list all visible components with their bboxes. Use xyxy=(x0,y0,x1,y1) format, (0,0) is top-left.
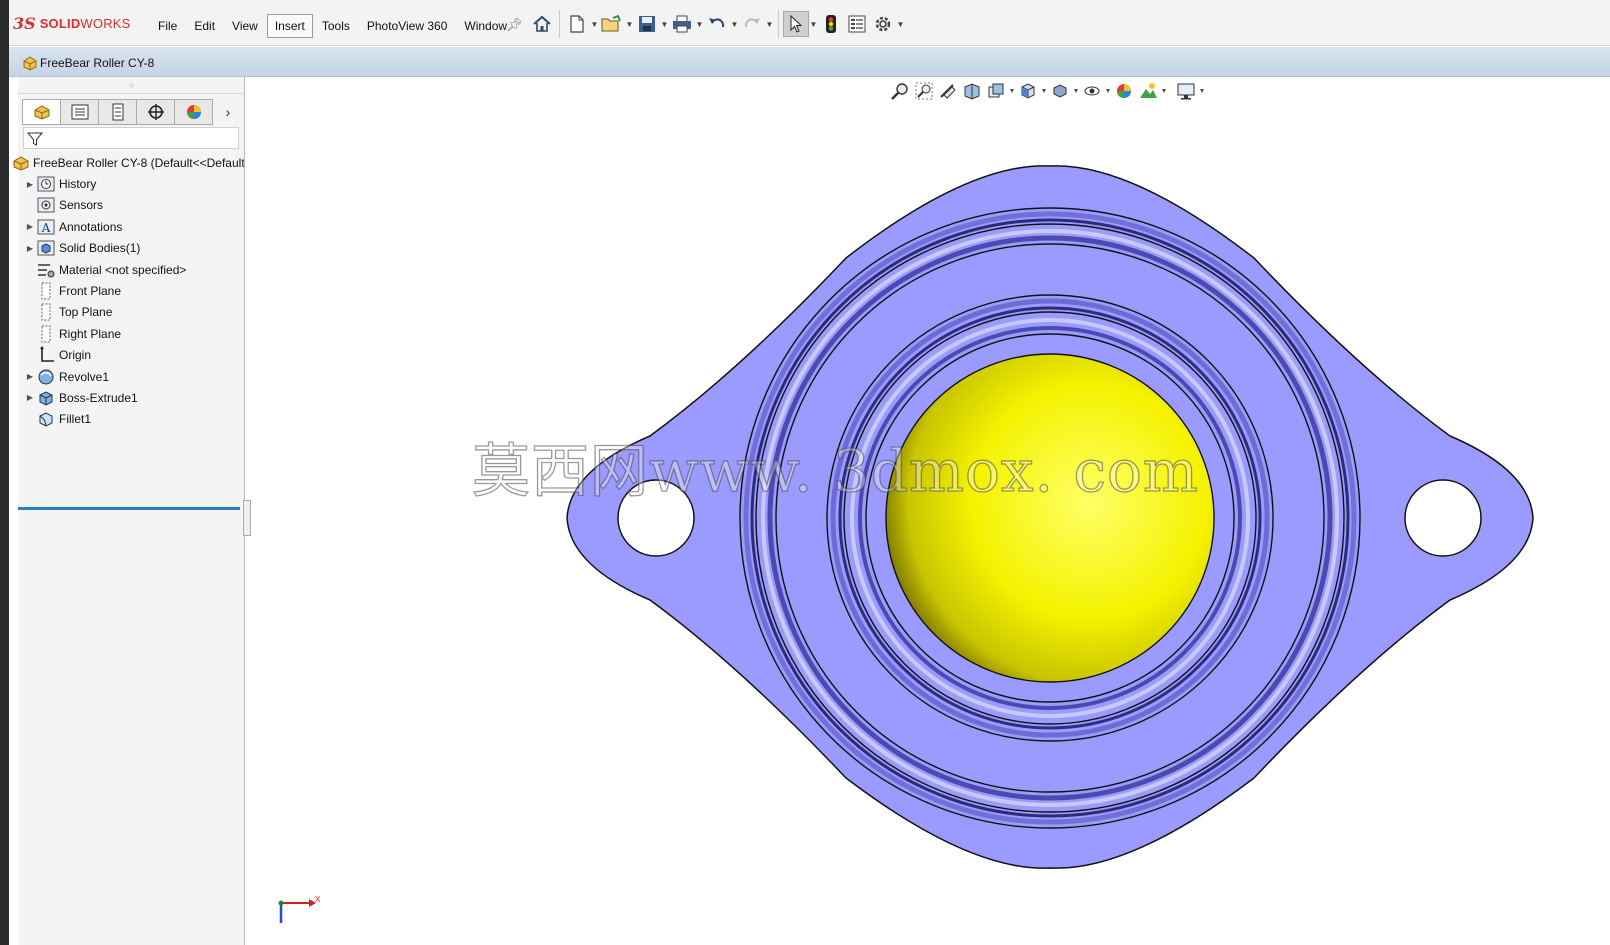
menu-file[interactable]: File xyxy=(150,14,185,38)
file-properties-icon[interactable] xyxy=(844,11,870,37)
history-icon xyxy=(36,175,56,193)
svg-text:A: A xyxy=(41,221,51,235)
revolve-icon xyxy=(36,368,56,386)
plane-icon xyxy=(36,282,56,300)
expand-arrow-icon[interactable]: ▶ xyxy=(24,222,36,231)
solid-bodies-icon xyxy=(36,239,56,257)
redo-dropdown-icon[interactable]: ▼ xyxy=(765,11,774,37)
tab-configuration-manager[interactable] xyxy=(98,99,137,125)
document-title-bar: FreeBear Roller CY-8 xyxy=(9,47,1610,77)
expand-arrow-icon[interactable]: ▶ xyxy=(24,244,36,253)
tab-feature-manager[interactable] xyxy=(22,99,61,125)
fillet-icon xyxy=(36,410,56,428)
tree-item-history[interactable]: ▶ History xyxy=(18,173,244,194)
watermark-text: 莫西网www. 3dmox. com xyxy=(471,436,1199,505)
new-document-icon[interactable] xyxy=(564,11,590,37)
menu-edit[interactable]: Edit xyxy=(186,14,223,38)
menu-tools[interactable]: Tools xyxy=(314,14,358,38)
plane-icon xyxy=(36,325,56,343)
expand-arrow-icon[interactable]: ▶ xyxy=(24,180,36,189)
extrude-icon xyxy=(36,389,56,407)
sensors-icon xyxy=(36,196,56,214)
window-edge-strip xyxy=(0,0,9,945)
toolbar-separator xyxy=(778,10,779,38)
tree-item-origin[interactable]: Origin xyxy=(18,345,244,366)
feature-tree: FreeBear Roller CY-8 (Default<<Default> … xyxy=(13,152,244,430)
part-icon xyxy=(22,55,38,74)
redo-icon[interactable] xyxy=(739,11,765,37)
feature-manager-panel: ○ › FreeBear Roller CY-8 (Default<<Defau… xyxy=(13,77,245,945)
solidworks-logo[interactable]: 3S SOLIDWORKS xyxy=(13,12,131,34)
home-icon[interactable] xyxy=(529,11,555,37)
expand-arrow-icon[interactable]: ▶ xyxy=(24,393,36,402)
tree-item-top-plane[interactable]: Top Plane xyxy=(18,302,244,323)
undo-icon[interactable] xyxy=(704,11,730,37)
open-icon[interactable] xyxy=(599,11,625,37)
new-dropdown-icon[interactable]: ▼ xyxy=(590,11,599,37)
panel-splitter-handle[interactable] xyxy=(243,500,251,536)
tree-item-revolve1[interactable]: ▶ Revolve1 xyxy=(18,366,244,387)
tabs-more-chevron-icon[interactable]: › xyxy=(218,99,238,125)
manager-tabs: › xyxy=(22,99,238,125)
pin-menu-icon[interactable]: 📌︎ xyxy=(506,17,523,33)
tree-item-front-plane[interactable]: Front Plane xyxy=(18,280,244,301)
graphics-viewport[interactable] xyxy=(252,78,1610,945)
save-icon[interactable] xyxy=(634,11,660,37)
menu-photoview-360[interactable]: PhotoView 360 xyxy=(359,14,456,38)
expand-arrow-icon[interactable]: ▶ xyxy=(24,372,36,381)
options-icon[interactable] xyxy=(870,11,896,37)
material-icon xyxy=(36,261,56,279)
save-dropdown-icon[interactable]: ▼ xyxy=(660,11,669,37)
print-dropdown-icon[interactable]: ▼ xyxy=(695,11,704,37)
toolbar-separator xyxy=(559,10,560,38)
select-icon[interactable] xyxy=(783,11,809,37)
roller-ball[interactable] xyxy=(885,353,1215,683)
tree-item-fillet1[interactable]: Fillet1 xyxy=(18,409,244,430)
ds-logo-mark: 3S xyxy=(13,13,36,33)
tab-property-manager[interactable] xyxy=(60,99,99,125)
triad-x-label: X xyxy=(315,895,321,904)
rebuild-icon[interactable] xyxy=(818,11,844,37)
tree-item-sensors[interactable]: Sensors xyxy=(18,195,244,216)
tree-root-label: FreeBear Roller CY-8 (Default<<Default> xyxy=(33,155,244,170)
tree-root-part[interactable]: FreeBear Roller CY-8 (Default<<Default> xyxy=(6,152,244,173)
menu-bar: 3S SOLIDWORKS File Edit View Insert Tool… xyxy=(9,0,1610,46)
rollback-bar[interactable] xyxy=(18,507,240,510)
tree-item-right-plane[interactable]: Right Plane xyxy=(18,323,244,344)
main-menu: File Edit View Insert Tools PhotoView 36… xyxy=(150,14,516,38)
tab-display-manager[interactable] xyxy=(174,99,213,125)
tree-filter-field[interactable] xyxy=(23,127,239,149)
print-icon[interactable] xyxy=(669,11,695,37)
open-dropdown-icon[interactable]: ▼ xyxy=(625,11,634,37)
part-icon xyxy=(12,154,30,172)
undo-dropdown-icon[interactable]: ▼ xyxy=(730,11,739,37)
select-dropdown-icon[interactable]: ▼ xyxy=(809,11,818,37)
menu-insert[interactable]: Insert xyxy=(266,14,313,38)
document-title: FreeBear Roller CY-8 xyxy=(40,56,155,70)
brand-name: SOLIDWORKS xyxy=(39,15,131,31)
annotations-icon: A xyxy=(36,218,56,236)
filter-icon xyxy=(26,131,44,150)
standard-toolbar: ▼ ▼ ▼ ▼ ▼ ▼ ▼ ▼ xyxy=(529,10,905,38)
tree-item-material[interactable]: Material <not specified> xyxy=(18,259,244,280)
mounting-hole-right[interactable] xyxy=(1404,479,1482,557)
reference-triad-icon: X xyxy=(278,895,321,923)
tree-item-boss-extrude1[interactable]: ▶ Boss-Extrude1 xyxy=(18,387,244,408)
tree-item-solid-bodies[interactable]: ▶ Solid Bodies(1) xyxy=(18,238,244,259)
menu-view[interactable]: View xyxy=(224,14,266,38)
tree-item-annotations[interactable]: ▶ A Annotations xyxy=(18,216,244,237)
tab-dimxpert-manager[interactable] xyxy=(136,99,175,125)
origin-icon xyxy=(36,346,56,364)
plane-icon xyxy=(36,303,56,321)
panel-grip-icon[interactable]: ○ xyxy=(18,77,245,94)
options-dropdown-icon[interactable]: ▼ xyxy=(896,11,905,37)
